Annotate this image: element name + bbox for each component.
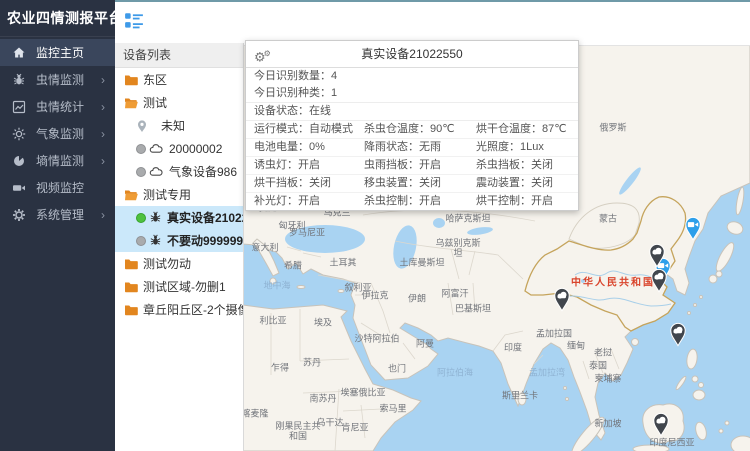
sidebar-item-weather-monitor[interactable]: 气象监测 › <box>0 120 115 147</box>
popup-status-grid: 运行模式：自动模式 杀虫仓温度：90℃ 烘干仓温度：87℃ 电池电量：0% 降雨… <box>246 121 578 210</box>
popup-grid-cell: 杀虫控制：开启 <box>356 193 468 210</box>
tree-item[interactable]: 章丘阳丘区-2个摄像头 <box>115 298 243 321</box>
sidebar-item-soil-monitor[interactable]: 墒情监测 › <box>0 147 115 174</box>
video-camera-icon <box>12 181 26 195</box>
popup-grid-cell: 杀虫仓温度：90℃ <box>356 121 468 139</box>
tree-item-label: 测试 <box>143 94 167 111</box>
chevron-right-icon: › <box>101 209 105 221</box>
sidebar-item-insect-stats[interactable]: 虫情统计 › <box>0 93 115 120</box>
sidebar-menu: 监控主页 虫情监测 › 虫情统计 › 气象监测 › <box>0 39 115 228</box>
home-icon <box>12 46 26 60</box>
folder-open-icon <box>124 97 138 109</box>
sidebar-item-system-manage[interactable]: 系统管理 › <box>0 201 115 228</box>
chevron-right-icon: › <box>101 128 105 140</box>
status-dot-offline <box>136 167 146 177</box>
popup-grid-cell: 移虫装置：关闭 <box>356 175 468 193</box>
sidebar-item-label: 虫情监测 <box>36 71 84 88</box>
folder-open-icon <box>124 189 138 201</box>
tree-item-label: 未知 <box>161 117 185 134</box>
popup-grid-cell: 烘干控制：开启 <box>468 193 578 210</box>
folder-icon <box>124 258 138 270</box>
bug-icon <box>12 73 26 87</box>
tree-item-label: 不要动99999999 <box>167 232 243 249</box>
sun-icon <box>12 127 26 141</box>
folder-icon <box>124 281 138 293</box>
tree-item-label: 测试勿动 <box>143 255 191 272</box>
tree-item-selected[interactable]: 不要动99999999 <box>115 229 243 252</box>
status-dot-online <box>136 213 146 223</box>
popup-stat-today-count: 今日识别数量：4 <box>246 68 578 85</box>
tree-item-label: 测试专用 <box>143 186 191 203</box>
status-dot-offline <box>136 236 146 246</box>
tree-item-label: 东区 <box>143 71 167 88</box>
sidebar-item-label: 墒情监测 <box>36 152 84 169</box>
sidebar-item-video-monitor[interactable]: 视频监控 <box>0 174 115 201</box>
popup-grid-cell: 运行模式：自动模式 <box>246 121 356 139</box>
tree-item[interactable]: 未知 <box>115 114 243 137</box>
tree-item[interactable]: 20000002 <box>115 137 243 160</box>
cloud-icon <box>149 143 164 154</box>
device-marker-station[interactable] <box>552 286 572 312</box>
device-marker-station[interactable] <box>647 242 667 268</box>
globe-icon <box>12 154 26 168</box>
tree-item[interactable]: 东区 <box>115 68 243 91</box>
sidebar-item-label: 视频监控 <box>36 179 84 196</box>
status-dot-offline <box>136 144 146 154</box>
device-marker-station[interactable] <box>651 411 671 437</box>
tree-item-selected[interactable]: 真实设备21022550 <box>115 206 243 229</box>
cloud-icon <box>149 166 164 177</box>
popup-stat-device-status: 设备状态：在线 <box>246 103 578 121</box>
popup-titlebar: ⚙⚙ 真实设备21022550 <box>246 41 578 68</box>
tree-item[interactable]: 测试勿动 <box>115 252 243 275</box>
popup-title: 真实设备21022550 <box>361 47 462 61</box>
chevron-right-icon: › <box>101 74 105 86</box>
tree-item[interactable]: 测试 <box>115 91 243 114</box>
popup-stat-today-species: 今日识别种类：1 <box>246 85 578 103</box>
bug-icon <box>149 211 162 224</box>
sidebar: 农业四情测报平台 监控主页 虫情监测 › 虫情统计 › 气象监测 <box>0 0 115 451</box>
map-pin-icon <box>136 119 148 133</box>
tree-toggle-icon[interactable] <box>124 11 144 31</box>
tree-item[interactable]: 测试专用 <box>115 183 243 206</box>
chart-icon <box>12 100 26 114</box>
bug-icon <box>149 234 162 247</box>
popup-grid-cell: 诱虫灯：开启 <box>246 157 356 175</box>
device-panel: 设备列表 东区 测试 未知 20000002 气象设备986 测试专用 真实设备… <box>115 43 244 451</box>
device-marker-camera[interactable] <box>683 215 703 241</box>
sidebar-item-label: 系统管理 <box>36 206 84 223</box>
device-info-popup: ⚙⚙ 真实设备21022550 今日识别数量：4 今日识别种类：1 设备状态：在… <box>245 40 579 211</box>
sidebar-item-monitor-home[interactable]: 监控主页 <box>0 39 115 66</box>
tree-item-label: 章丘阳丘区-2个摄像头 <box>143 301 243 318</box>
device-panel-header: 设备列表 <box>115 43 243 68</box>
tree-item[interactable]: 测试区域-勿删1 <box>115 275 243 298</box>
tree-item-label: 真实设备21022550 <box>167 209 243 226</box>
gear-icon <box>12 208 26 222</box>
chevron-right-icon: › <box>101 101 105 113</box>
folder-icon <box>124 74 138 86</box>
tree-item-label: 气象设备986 <box>169 163 237 180</box>
device-marker-station[interactable] <box>649 267 669 293</box>
popup-grid-cell: 补光灯：开启 <box>246 193 356 210</box>
tree-item[interactable]: 气象设备986 <box>115 160 243 183</box>
popup-grid-cell: 光照度：1Lux <box>468 139 578 157</box>
folder-icon <box>124 304 138 316</box>
popup-grid-cell: 烘干仓温度：87℃ <box>468 121 578 139</box>
settings-cogs-icon[interactable]: ⚙⚙ <box>254 41 271 70</box>
app-title: 农业四情测报平台 <box>0 0 115 37</box>
popup-grid-cell: 虫雨挡板：开启 <box>356 157 468 175</box>
tree-item-label: 20000002 <box>169 142 222 156</box>
device-marker-station[interactable] <box>668 321 688 347</box>
popup-grid-cell: 杀虫挡板：关闭 <box>468 157 578 175</box>
sidebar-item-label: 气象监测 <box>36 125 84 142</box>
tree-item-label: 测试区域-勿删1 <box>143 278 226 295</box>
popup-grid-cell: 烘干挡板：关闭 <box>246 175 356 193</box>
sidebar-item-label: 监控主页 <box>36 44 84 61</box>
sidebar-item-insect-monitor[interactable]: 虫情监测 › <box>0 66 115 93</box>
popup-grid-cell: 震动装置：关闭 <box>468 175 578 193</box>
popup-grid-cell: 电池电量：0% <box>246 139 356 157</box>
chevron-right-icon: › <box>101 155 105 167</box>
popup-grid-cell: 降雨状态：无雨 <box>356 139 468 157</box>
sidebar-item-label: 虫情统计 <box>36 98 84 115</box>
